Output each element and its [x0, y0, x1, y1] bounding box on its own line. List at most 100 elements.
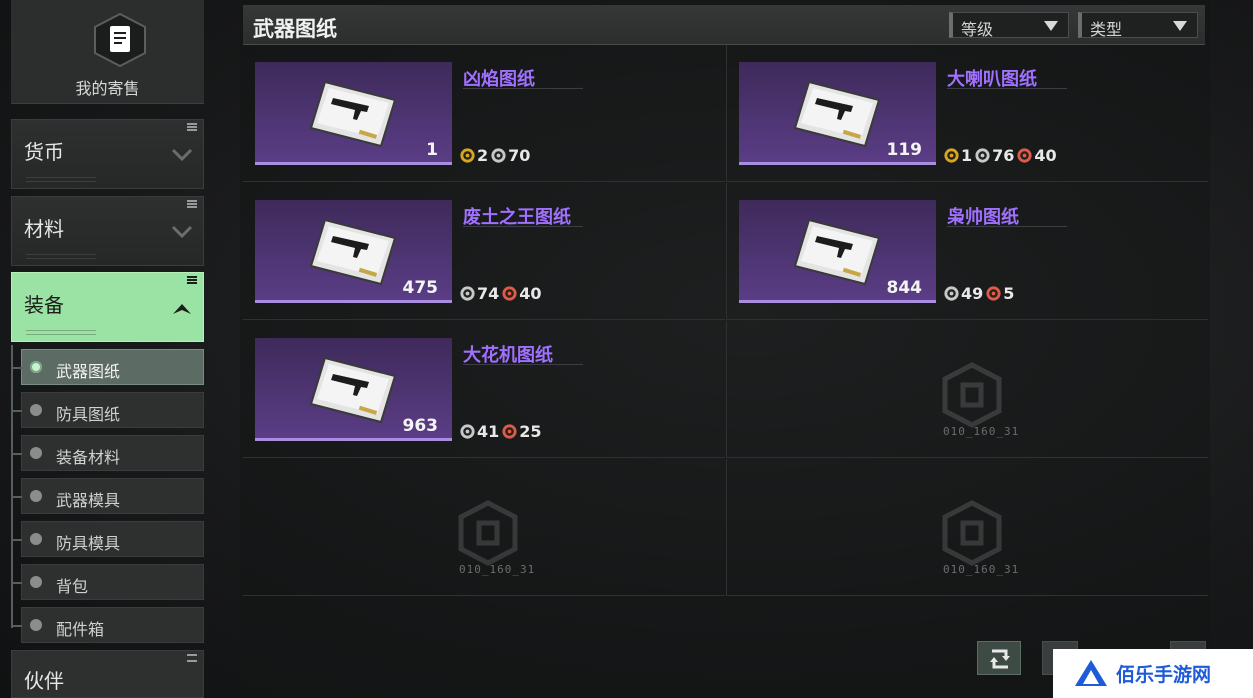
material-cost: 70: [490, 146, 530, 165]
item-count: 119: [886, 140, 923, 160]
empty-slot: 010_160_31: [726, 321, 1208, 458]
material-cost-value: 1: [961, 146, 973, 165]
category-equipment-label: 装备: [24, 293, 64, 317]
decorative-lines: [26, 254, 96, 259]
material-cost-value: 74: [477, 284, 500, 303]
sub-item-equipment-materials[interactable]: 装备材料: [11, 435, 204, 471]
empty-slot-code: 010_160_31: [943, 563, 1020, 576]
red-gear-icon: [502, 424, 517, 439]
category-currency[interactable]: 货币: [11, 119, 204, 189]
material-cost: 49: [943, 284, 983, 303]
red-gear-icon: [1017, 148, 1032, 163]
category-partner-label: 伙伴: [24, 669, 64, 693]
sub-item-label: 防具模具: [56, 534, 121, 553]
material-cost-value: 40: [1034, 146, 1057, 165]
sub-item-label: 装备材料: [56, 448, 121, 467]
blueprint-card[interactable]: 119: [739, 62, 936, 165]
material-cost-value: 49: [961, 284, 984, 303]
decorative-lines: [26, 330, 96, 335]
category-materials-label: 材料: [24, 217, 64, 241]
material-costs: 41 25: [459, 422, 542, 441]
refresh-button[interactable]: [977, 641, 1021, 675]
silver-gear-icon: [491, 148, 506, 163]
sub-item-weapon-mold[interactable]: 武器模具: [11, 478, 204, 514]
item-count: 475: [402, 278, 439, 298]
sub-item-label: 武器模具: [56, 491, 121, 510]
radio-dot-icon: [30, 447, 42, 459]
item-count: 1: [426, 140, 438, 160]
blueprint-card[interactable]: 475: [255, 200, 452, 303]
menu-icon: [187, 200, 197, 208]
divider: [463, 364, 583, 365]
sub-item-label: 背包: [56, 577, 89, 596]
blueprint-tablet-icon: [793, 80, 881, 148]
radio-dot-icon: [30, 576, 42, 588]
material-costs: 1 76 40: [943, 146, 1057, 165]
refresh-icon: [990, 649, 1010, 669]
category-equipment[interactable]: 装备: [11, 272, 204, 342]
gold-gear-icon: [944, 148, 959, 163]
item-slot[interactable]: 1 凶焰图纸 2 70: [243, 45, 725, 182]
sub-item-label: 防具图纸: [56, 405, 121, 424]
divider: [463, 226, 583, 227]
menu-icon: [187, 123, 197, 131]
empty-slot-emblem-icon: [937, 362, 1007, 428]
empty-slot-emblem-icon: [937, 500, 1007, 566]
material-cost-value: 76: [992, 146, 1015, 165]
item-count: 844: [886, 278, 923, 298]
type-filter-label: 类型: [1090, 20, 1123, 39]
material-cost: 76: [974, 146, 1014, 165]
material-cost: 40: [501, 284, 542, 303]
material-cost-value: 2: [477, 146, 489, 165]
material-cost-value: 25: [519, 422, 542, 441]
radio-dot-icon: [30, 361, 42, 373]
blueprint-tablet-icon: [309, 80, 397, 148]
empty-slot: 010_160_31: [243, 459, 725, 596]
sub-item-armor-blueprint[interactable]: 防具图纸: [11, 392, 204, 428]
blueprint-tablet-icon: [309, 218, 397, 286]
material-cost: 1: [943, 146, 972, 165]
dropdown-arrow-icon: [1044, 21, 1058, 31]
material-cost-value: 40: [519, 284, 542, 303]
material-costs: 74 40: [459, 284, 542, 303]
sub-item-label: 配件箱: [56, 620, 105, 639]
item-count: 963: [402, 416, 439, 436]
my-sale-button[interactable]: 我的寄售: [11, 0, 204, 104]
item-slot[interactable]: 475 废土之王图纸 74 40: [243, 183, 725, 320]
page-title: 武器图纸: [253, 17, 337, 41]
material-cost-value: 70: [508, 146, 531, 165]
category-partner[interactable]: 伙伴: [11, 650, 204, 698]
sub-item-accessory-box[interactable]: 配件箱: [11, 607, 204, 643]
type-filter-dropdown[interactable]: 类型: [1078, 12, 1198, 39]
item-slot[interactable]: 963 大花机图纸 41 25: [243, 321, 725, 458]
material-cost-value: 5: [1003, 284, 1015, 303]
decorative-lines: [26, 177, 96, 182]
empty-slot-code: 010_160_31: [459, 563, 536, 576]
blueprint-card[interactable]: 963: [255, 338, 452, 441]
silver-gear-icon: [460, 424, 475, 439]
empty-slot-code: 010_160_31: [943, 425, 1020, 438]
blueprint-card[interactable]: 1: [255, 62, 452, 165]
item-slot[interactable]: 119 大喇叭图纸 1 76 40: [726, 45, 1208, 182]
material-cost: 74: [459, 284, 499, 303]
silver-gear-icon: [460, 286, 475, 301]
item-grid: 1 凶焰图纸 2 70 119 大喇叭图纸 1 76 40 475 废土之王图纸 74 40 844…: [243, 45, 1210, 598]
divider: [463, 88, 583, 89]
empty-slot: 010_160_31: [726, 459, 1208, 596]
watermark-text: 佰乐手游网: [1116, 664, 1212, 686]
blueprint-card[interactable]: 844: [739, 200, 936, 303]
blueprint-tablet-icon: [793, 218, 881, 286]
category-materials[interactable]: 材料: [11, 196, 204, 266]
category-sidebar: 我的寄售 货币 材料 装备 武器图纸 防具图纸 装备材料 武器模具 防具模具 背…: [0, 0, 215, 698]
sub-item-backpack[interactable]: 背包: [11, 564, 204, 600]
sub-item-label: 武器图纸: [56, 362, 121, 381]
material-costs: 49 5: [943, 284, 1014, 303]
sub-item-armor-mold[interactable]: 防具模具: [11, 521, 204, 557]
my-sale-label: 我的寄售: [75, 79, 140, 98]
red-gear-icon: [986, 286, 1001, 301]
divider: [947, 88, 1067, 89]
level-filter-dropdown[interactable]: 等级: [949, 12, 1069, 39]
item-slot[interactable]: 844 枭帅图纸 49 5: [726, 183, 1208, 320]
sub-item-weapon-blueprint[interactable]: 武器图纸: [11, 349, 204, 385]
radio-dot-icon: [30, 619, 42, 631]
